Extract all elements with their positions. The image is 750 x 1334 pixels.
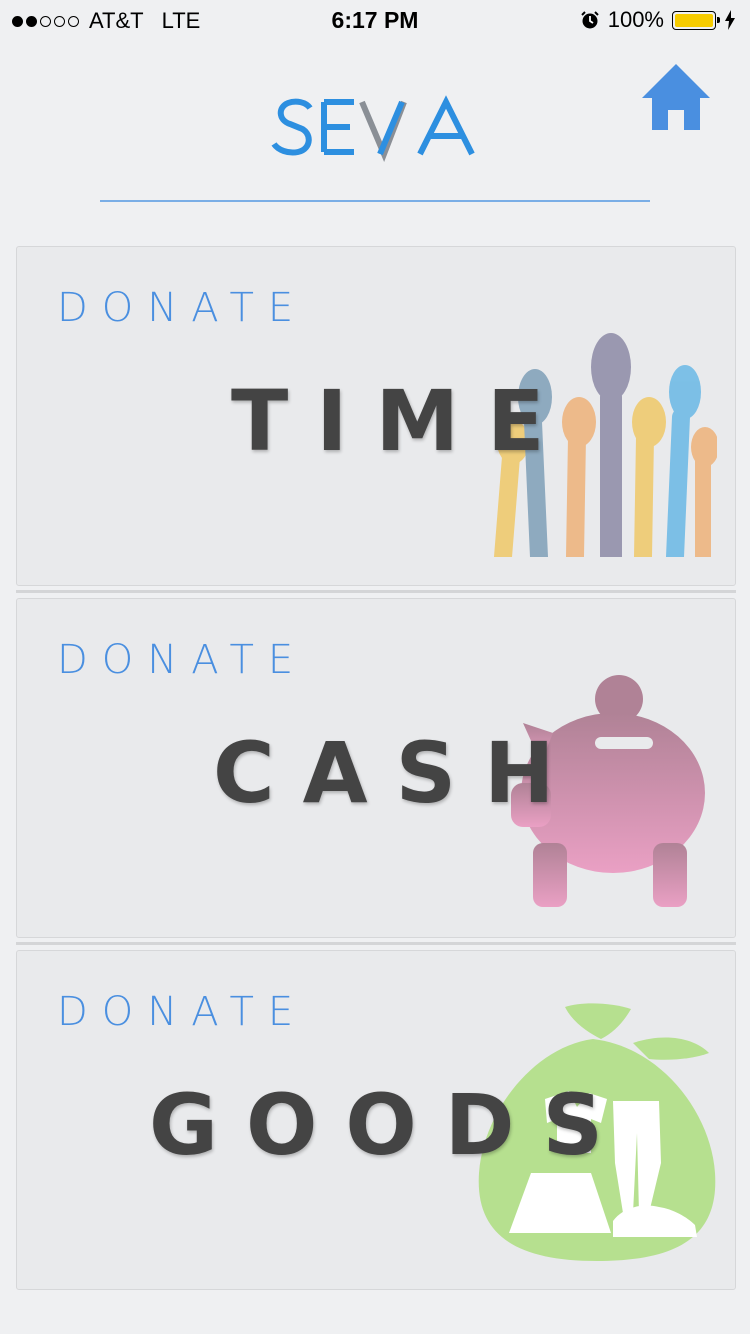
- card-title-time: TIME: [231, 372, 573, 470]
- status-bar: AT&T LTE 6:17 PM 100%: [0, 0, 750, 40]
- donate-cash-card[interactable]: DONATE CASH: [16, 598, 736, 938]
- home-icon: [642, 64, 710, 130]
- donate-time-card[interactable]: DONATE TIME: [16, 246, 736, 586]
- card-title-goods: GOODS: [149, 1076, 631, 1174]
- donate-label: DONATE: [57, 989, 308, 1035]
- donate-goods-card[interactable]: DONATE GOODS: [16, 950, 736, 1290]
- card-separator: [16, 942, 736, 945]
- header-divider: [100, 200, 650, 202]
- card-title-cash: CASH: [213, 724, 583, 822]
- donate-label: DONATE: [57, 637, 308, 683]
- seva-logo: [266, 94, 486, 164]
- card-separator: [16, 590, 736, 593]
- charging-bolt-icon: [725, 10, 735, 30]
- alarm-icon: [581, 11, 599, 29]
- donate-label: DONATE: [57, 285, 308, 331]
- status-right: 100%: [580, 7, 736, 33]
- home-button[interactable]: [640, 60, 712, 132]
- battery-icon: [672, 10, 720, 30]
- battery-percent: 100%: [607, 7, 664, 32]
